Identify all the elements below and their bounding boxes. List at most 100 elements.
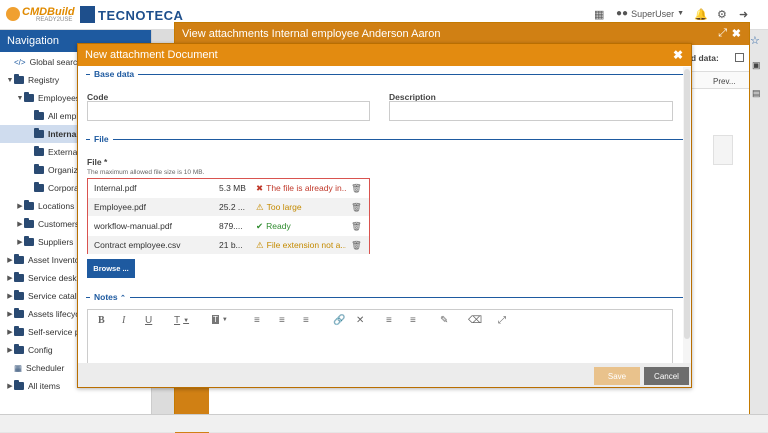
sidebar-item-label: Config [28, 345, 53, 355]
caret-right-icon[interactable]: ▶ [6, 256, 14, 264]
file-size-hint: The maximum allowed file size is 10 MB. [87, 169, 205, 176]
close-icon[interactable]: ✖ [732, 27, 741, 40]
base-data-title: Base data [90, 69, 139, 79]
save-icon[interactable]: ▣ [752, 60, 761, 71]
caret-down-icon[interactable]: ▼ [16, 95, 24, 102]
highlight-icon[interactable]: T ▼ [212, 315, 228, 324]
trash-icon[interactable]: 🗑 [351, 202, 363, 213]
font-color-icon[interactable]: T ▼ [174, 315, 189, 326]
caret-down-icon[interactable]: ▼ [6, 77, 14, 84]
cancel-button[interactable]: Cancel [644, 367, 689, 385]
folder-icon [14, 380, 24, 390]
italic-icon[interactable]: I [122, 315, 125, 326]
folder-icon [34, 182, 44, 192]
bold-icon[interactable]: B [98, 315, 105, 326]
star-icon[interactable]: ☆ [750, 34, 760, 47]
modal-footer: Save Cancel [78, 363, 691, 387]
caret-right-icon[interactable]: ▶ [16, 202, 24, 210]
folder-icon [24, 236, 34, 246]
caret-right-icon[interactable]: ▶ [6, 310, 14, 318]
logo-badge-icon [6, 7, 20, 21]
file-row: Employee.pdf 25.2 ... ⚠ Too large 🗑 [88, 198, 369, 216]
view-attachments-title: View attachments Internal employee Ander… [182, 28, 441, 40]
caret-right-icon[interactable]: ▶ [6, 274, 14, 282]
description-input[interactable] [389, 101, 673, 121]
status-ok-icon: ✔ [256, 221, 264, 231]
browse-button[interactable]: Browse ... [87, 259, 135, 278]
modal-scrollbar[interactable] [683, 67, 691, 363]
gear-icon[interactable]: ⚙ [717, 8, 727, 21]
folder-icon [14, 344, 24, 354]
caret-right-icon[interactable]: ▶ [6, 346, 14, 354]
ordered-list-icon[interactable]: ≡ [386, 315, 392, 326]
sidebar-item-label: Customers [38, 219, 80, 229]
trash-icon[interactable]: 🗑 [351, 221, 363, 232]
caret-right-icon[interactable]: ▶ [6, 292, 14, 300]
folder-icon [14, 254, 24, 264]
folder-icon [14, 74, 24, 84]
filter-checkbox[interactable] [735, 53, 744, 62]
align-left-icon[interactable]: ≡ [254, 315, 260, 326]
file-section-title: File [90, 134, 113, 144]
logout-icon[interactable]: ➜ [739, 8, 748, 21]
file-status-text: The file is already in... [266, 183, 346, 193]
preview-column-header[interactable]: Prev... [713, 77, 736, 86]
file-name: Internal.pdf [94, 183, 137, 193]
calendar-icon[interactable]: ▦ [594, 8, 604, 21]
file-status-text: Too large [266, 202, 302, 212]
notes-editor[interactable]: B I U T ▼ T ▼ ≡ ≡ ≡ 🔗 ✕ ≡ ≡ ✎ ⌫ ⤢ [87, 309, 673, 371]
notes-section: Notes ⌃ [86, 292, 683, 302]
sidebar-item-label: Service catalo [28, 291, 82, 301]
modal-title: New attachment Document [85, 49, 218, 61]
chevron-down-icon: ▼ [677, 10, 685, 17]
user-name: SuperUser [631, 8, 675, 19]
underline-icon[interactable]: U [145, 315, 152, 326]
fullscreen-icon[interactable]: ⤢ [498, 315, 506, 326]
format-painter-icon[interactable]: ✎ [440, 315, 448, 326]
unlink-icon[interactable]: ✕ [356, 315, 364, 326]
expand-icon[interactable]: ⤢ [718, 27, 727, 40]
file-status: ✔ Ready [256, 221, 346, 232]
folder-icon [14, 290, 24, 300]
align-right-icon[interactable]: ≡ [303, 315, 309, 326]
eraser-icon[interactable]: ⌫ [468, 315, 482, 326]
caret-right-icon[interactable]: ▶ [16, 238, 24, 246]
modal-header: New attachment Document ✖ [78, 44, 691, 66]
card-icon[interactable]: ▤ [752, 88, 761, 99]
base-data-section: Base data [86, 69, 683, 79]
file-row: workflow-manual.pdf 879.... ✔ Ready 🗑 [88, 217, 369, 235]
sidebar-item-label: All items [28, 381, 61, 391]
code-icon: </> [14, 57, 26, 67]
calendar-icon: ▦ [14, 362, 23, 373]
user-menu[interactable]: ●● SuperUser ▼ [616, 8, 684, 19]
align-center-icon[interactable]: ≡ [279, 315, 285, 326]
sidebar-item-label: Assets lifecycl [28, 309, 82, 319]
code-input[interactable] [87, 101, 370, 121]
sidebar-item-label: Asset Invento [28, 255, 80, 265]
file-size: 21 b... [219, 240, 243, 250]
status-warn-icon: ⚠ [256, 240, 264, 250]
file-status: ✖ The file is already in... [256, 183, 346, 194]
sidebar-item-label: Corpora [48, 183, 79, 193]
caret-right-icon[interactable]: ▶ [16, 220, 24, 228]
sidebar-item-label: Global search [29, 57, 83, 67]
link-icon[interactable]: 🔗 [333, 315, 345, 326]
caret-right-icon[interactable]: ▶ [6, 382, 14, 390]
modal-close-icon[interactable]: ✖ [673, 48, 683, 62]
caret-right-icon[interactable]: ▶ [6, 328, 14, 336]
bottom-bar [0, 414, 768, 432]
sidebar-item-label: Registry [28, 75, 60, 85]
file-size: 25.2 ... [219, 202, 245, 212]
trash-icon[interactable]: 🗑 [351, 240, 363, 251]
logo-subtext: READY2USE [36, 17, 73, 23]
file-name: Employee.pdf [94, 202, 146, 212]
notes-toggle[interactable]: Notes ⌃ [90, 292, 130, 302]
file-name: workflow-manual.pdf [94, 221, 172, 231]
save-button[interactable]: Save [594, 367, 640, 385]
unordered-list-icon[interactable]: ≡ [410, 315, 416, 326]
scrollbar-thumb[interactable] [684, 69, 690, 339]
folder-icon [24, 92, 34, 102]
sidebar-item-label: Self-service p [28, 327, 80, 337]
bell-icon[interactable]: 🔔 [694, 8, 708, 21]
trash-icon[interactable]: 🗑 [351, 183, 363, 194]
